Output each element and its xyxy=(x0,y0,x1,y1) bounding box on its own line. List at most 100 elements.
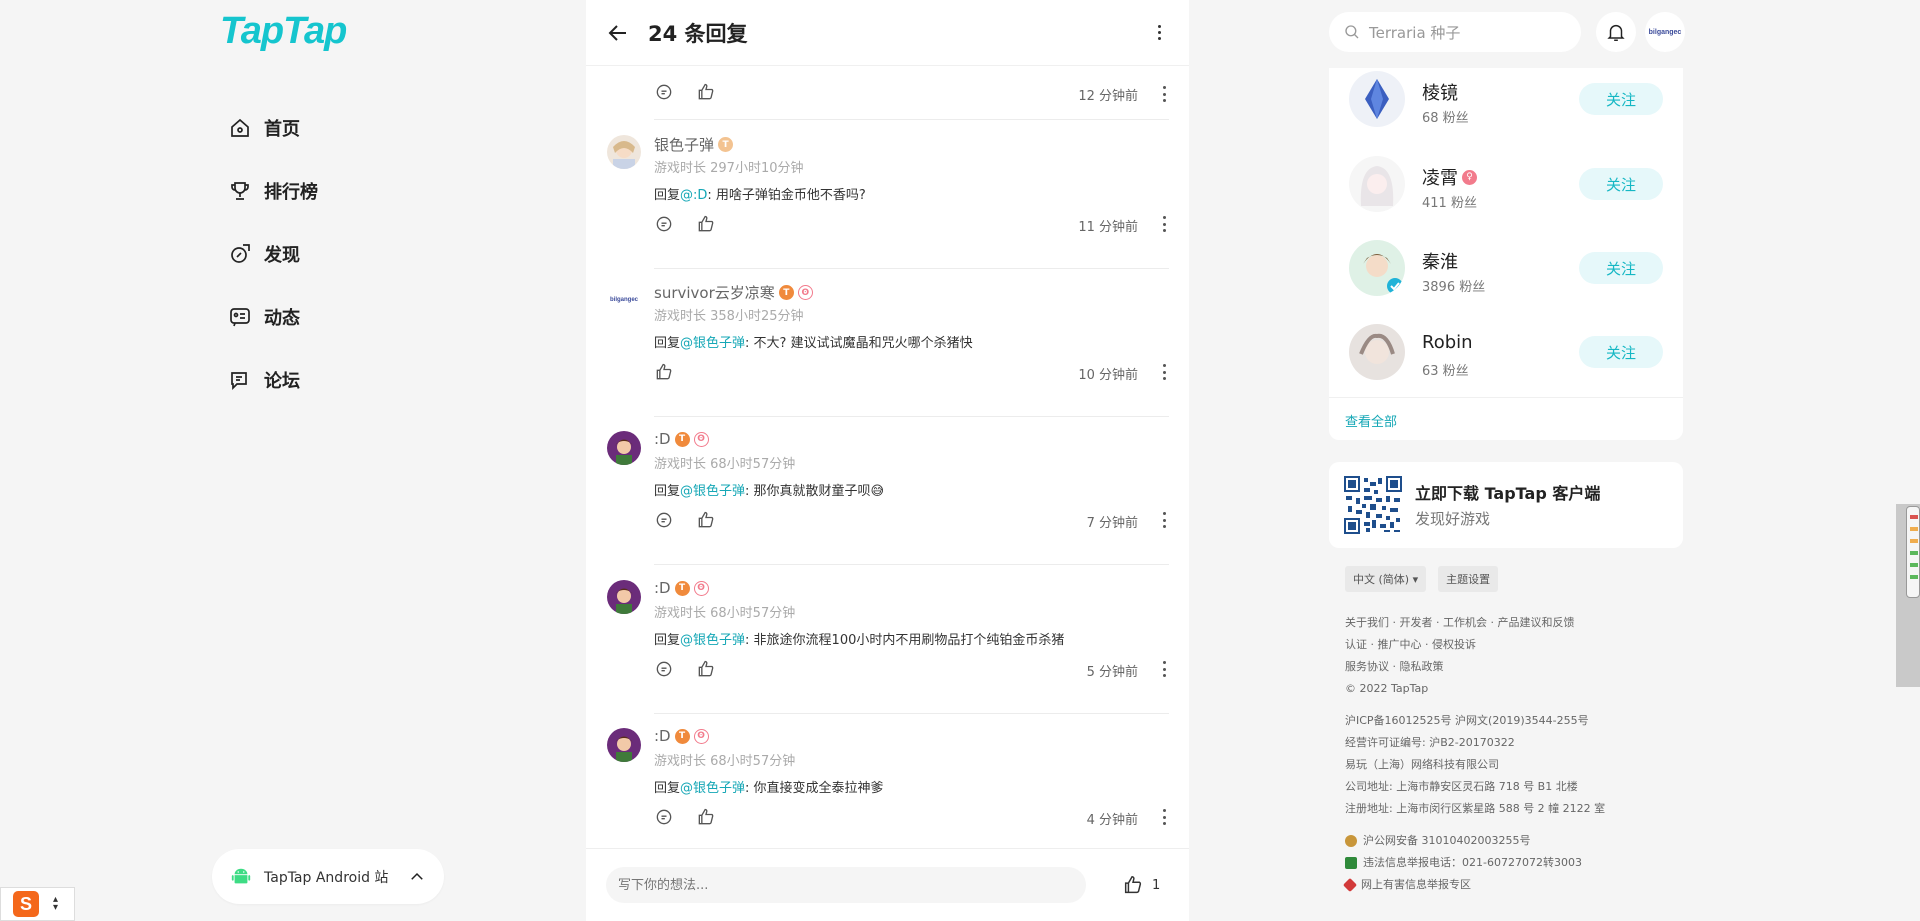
reply-more-icon[interactable] xyxy=(1161,364,1167,380)
avatar[interactable] xyxy=(1349,324,1405,380)
search-placeholder: Terraria 种子 xyxy=(1369,23,1461,42)
ime-menu-icon[interactable]: ▴ ▾ xyxy=(53,895,58,913)
main-nav: 首页 排行榜 发现 动态 论坛 xyxy=(226,96,318,411)
player-badge-icon: ʘ xyxy=(693,580,709,596)
mention-link[interactable]: @银色子弹 xyxy=(680,633,745,648)
play-time: 游戏时长 68小时57分钟 xyxy=(654,457,796,472)
footer-links-3[interactable]: 服务协议 · 隐私政策 xyxy=(1345,656,1605,678)
nav-item-feed[interactable]: 动态 xyxy=(226,285,318,348)
settings-chips: 中文 (简体) ▾ 主题设置 xyxy=(1345,566,1499,592)
mention-link[interactable]: @银色子弹 xyxy=(680,336,745,351)
like-icon[interactable] xyxy=(696,82,716,102)
nav-label: 论坛 xyxy=(264,370,300,392)
reply-more-icon[interactable] xyxy=(1161,809,1167,825)
chevron-up-icon xyxy=(411,872,423,880)
download-card[interactable]: 立即下载 TapTap 客户端 发现好游戏 xyxy=(1329,462,1683,548)
mention-link[interactable]: @银色子弹 xyxy=(680,484,745,499)
copyright: © 2022 TapTap xyxy=(1345,682,1429,695)
avatar[interactable] xyxy=(1349,156,1405,212)
reply-author[interactable]: :D Tʘ xyxy=(654,430,709,448)
play-time: 游戏时长 68小时57分钟 xyxy=(654,754,796,769)
reply-time: 12 分钟前 xyxy=(1078,89,1138,104)
feed-icon xyxy=(226,303,254,331)
reply-more-icon[interactable] xyxy=(1161,86,1167,102)
notification-button[interactable] xyxy=(1596,12,1636,52)
language-select[interactable]: 中文 (简体) ▾ xyxy=(1345,566,1427,592)
bell-icon xyxy=(1607,24,1625,41)
police-record[interactable]: 沪公网安备 31010402003255号 xyxy=(1345,830,1605,852)
avatar[interactable]: bilgangec xyxy=(607,283,641,317)
user-avatar[interactable]: bilgangec xyxy=(1645,12,1685,52)
comment-icon[interactable] xyxy=(654,807,674,827)
like-icon[interactable] xyxy=(696,807,716,827)
download-subtitle: 发现好游戏 xyxy=(1415,510,1491,528)
nav-item-forum[interactable]: 论坛 xyxy=(226,348,318,411)
avatar[interactable] xyxy=(607,580,641,614)
reply-more-icon[interactable] xyxy=(1161,512,1167,528)
follow-name[interactable]: 凌霄 ♀ xyxy=(1422,164,1477,190)
thread-header: 24 条回复 xyxy=(586,0,1189,66)
level-badge-icon: T xyxy=(674,580,690,596)
reply-more-icon[interactable] xyxy=(1161,661,1167,677)
icp-license[interactable]: 沪ICP备16012525号 沪网文(2019)3544-255号 xyxy=(1345,710,1605,732)
follow-button[interactable]: 关注 xyxy=(1579,168,1663,200)
like-icon[interactable] xyxy=(654,362,674,382)
mention-link[interactable]: @:D xyxy=(680,188,707,203)
like-icon xyxy=(1124,876,1142,894)
taptap-logo[interactable]: TapTap xyxy=(220,10,347,53)
theme-settings-button[interactable]: 主题设置 xyxy=(1438,566,1499,592)
like-icon[interactable] xyxy=(696,214,716,234)
see-all-link[interactable]: 查看全部 xyxy=(1345,411,1397,430)
business-license: 经营许可证编号: 沪B2-20170322 xyxy=(1345,736,1515,749)
android-site-switch[interactable]: TapTap Android 站 xyxy=(212,849,444,904)
avatar[interactable] xyxy=(607,135,641,169)
verified-badge-icon: ♀ xyxy=(1462,169,1477,185)
reply-author[interactable]: :D Tʘ xyxy=(654,579,709,597)
nav-item-discover[interactable]: 发现 xyxy=(226,222,318,285)
more-options-icon[interactable] xyxy=(1149,23,1169,43)
follow-name[interactable]: 棱镜 xyxy=(1422,79,1458,105)
harmful-info-report[interactable]: 网上有害信息举报专区 xyxy=(1342,874,1605,896)
like-button[interactable]: 1 xyxy=(1122,874,1160,896)
like-icon[interactable] xyxy=(696,659,716,679)
reply-time: 10 分钟前 xyxy=(1078,368,1138,383)
follow-name[interactable]: Robin xyxy=(1422,332,1473,353)
reply-author[interactable]: 银色子弹 T xyxy=(654,134,734,155)
android-icon xyxy=(231,868,251,883)
reply-author[interactable]: :D Tʘ xyxy=(654,727,709,745)
forum-icon xyxy=(226,366,254,394)
follow-button[interactable]: 关注 xyxy=(1579,336,1663,368)
nav-label: 排行榜 xyxy=(264,181,318,203)
sogou-ime-icon[interactable]: S xyxy=(13,891,39,917)
footer-links-1[interactable]: 关于我们 · 开发者 · 工作机会 · 产品建议和反馈 xyxy=(1345,612,1605,634)
follow-button[interactable]: 关注 xyxy=(1579,83,1663,115)
comment-icon[interactable] xyxy=(654,510,674,530)
reply-author[interactable]: survivor云岁凉寒 Tʘ xyxy=(654,282,813,303)
like-icon[interactable] xyxy=(696,510,716,530)
follow-name[interactable]: 秦淮 xyxy=(1422,248,1458,274)
reply-text: 回复@银色子弹: 那你真就散财童子呗😅 xyxy=(654,484,885,499)
comment-input[interactable] xyxy=(606,867,1086,903)
follow-button[interactable]: 关注 xyxy=(1579,252,1663,284)
mention-link[interactable]: @银色子弹 xyxy=(680,781,745,796)
comment-icon[interactable] xyxy=(654,82,674,102)
avatar[interactable] xyxy=(607,431,641,465)
back-arrow-icon[interactable] xyxy=(606,21,630,45)
reply-more-icon[interactable] xyxy=(1161,216,1167,232)
avatar[interactable] xyxy=(1349,71,1405,127)
footer-links-2[interactable]: 认证 · 推广中心 · 侵权投诉 xyxy=(1345,634,1605,656)
follower-count: 411 粉丝 xyxy=(1422,196,1477,211)
ime-toolbar[interactable]: S ▴ ▾ xyxy=(0,887,75,921)
search-box[interactable]: Terraria 种子 xyxy=(1329,12,1581,52)
reply-text: 回复@:D: 用啥子弹铂金币他不香吗? xyxy=(654,188,866,203)
nav-item-home[interactable]: 首页 xyxy=(226,96,318,159)
nav-item-ranking[interactable]: 排行榜 xyxy=(226,159,318,222)
comment-icon[interactable] xyxy=(654,659,674,679)
avatar[interactable] xyxy=(607,728,641,762)
player-badge-icon: ʘ xyxy=(797,285,813,300)
reply-text: 回复@银色子弹: 你直接变成全泰拉神爹 xyxy=(654,781,884,796)
report-hotline[interactable]: 违法信息举报电话：021-60727072转3003 xyxy=(1345,852,1605,874)
volume-meter-widget[interactable] xyxy=(1906,506,1920,598)
avatar[interactable] xyxy=(1349,240,1405,296)
comment-icon[interactable] xyxy=(654,214,674,234)
